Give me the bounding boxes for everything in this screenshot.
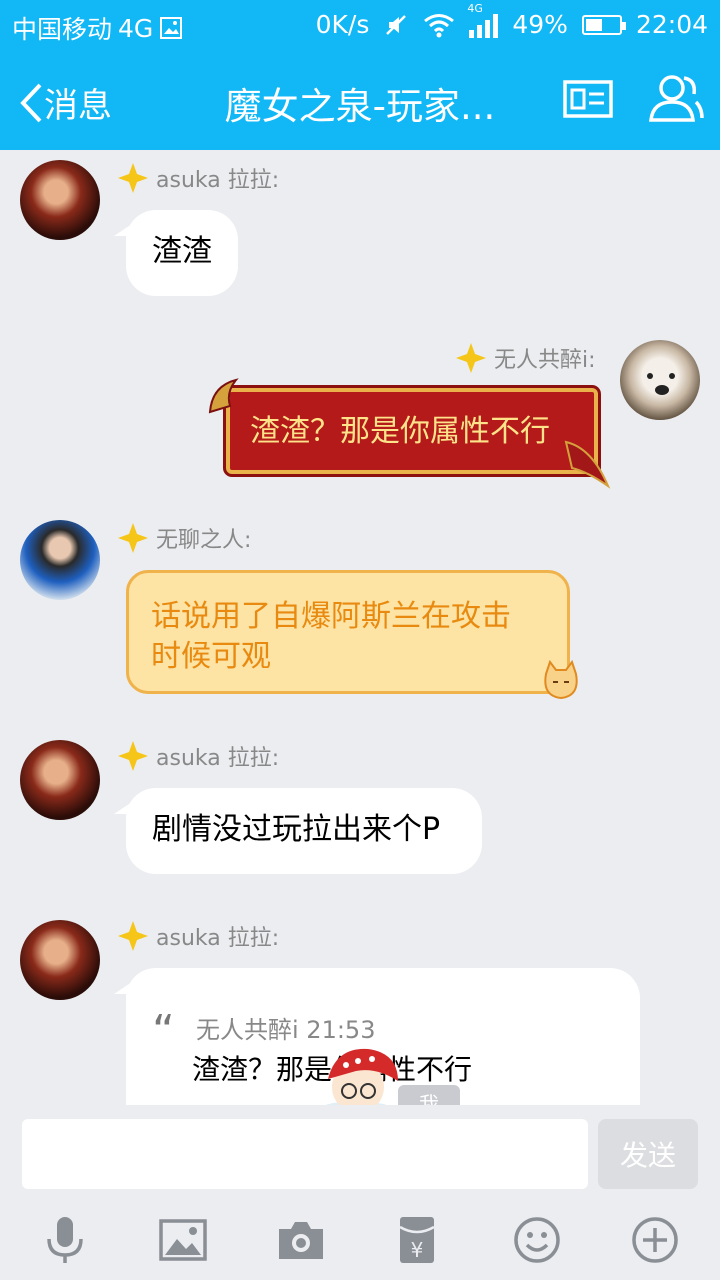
plus-icon[interactable]: [630, 1215, 680, 1265]
profile-card-icon[interactable]: [562, 72, 614, 124]
chat-toolbar: ¥: [0, 1205, 720, 1280]
avatar[interactable]: [20, 920, 100, 1000]
quote-icon: “: [152, 1006, 175, 1057]
level-star-icon: [118, 921, 148, 951]
cat-sticker-icon: [544, 660, 578, 700]
message-bubble[interactable]: 剧情没过玩拉出来个P: [114, 788, 482, 874]
emoji-icon[interactable]: [512, 1215, 562, 1265]
message-bubble[interactable]: 话说用了自爆阿斯兰在攻击 时候可观: [126, 570, 570, 694]
avatar[interactable]: [20, 740, 100, 820]
battery-percent: 49%: [512, 10, 568, 39]
image-notification-icon: [160, 17, 183, 39]
wifi-icon: [424, 13, 455, 37]
chat-list[interactable]: asuka 拉拉: 渣渣 无人共醉i: 渣渣？那是你属性不行 无聊之人: 话说用…: [0, 150, 720, 1105]
message-text: 话说用了自爆阿斯兰在攻击: [151, 599, 511, 634]
message-input[interactable]: [22, 1119, 588, 1189]
message-text: 渣渣？那是你属性不行: [250, 414, 550, 449]
message-bubble[interactable]: 渣渣？那是你属性不行: [226, 388, 598, 474]
message-text: 剧情没过玩拉出来个P: [152, 812, 441, 847]
message-bubble[interactable]: 渣渣: [114, 210, 238, 296]
microphone-icon[interactable]: [40, 1215, 90, 1265]
dragon-decoration-icon: [208, 378, 239, 414]
network-speed: 0K/s: [315, 10, 370, 39]
level-star-icon: [456, 343, 486, 373]
sender-row: 无聊之人:: [118, 522, 251, 554]
svg-text:¥: ¥: [411, 1238, 424, 1262]
sender-name: asuka 拉拉:: [156, 746, 280, 771]
mute-icon: [386, 14, 407, 35]
image-icon[interactable]: [158, 1215, 208, 1265]
message-text: 渣渣: [152, 234, 212, 269]
dragon-decoration-icon: [564, 440, 611, 489]
carrier-label: 中国移动: [12, 15, 113, 44]
battery-icon: [581, 14, 626, 35]
avatar[interactable]: [620, 340, 700, 420]
level-star-icon: [118, 163, 148, 193]
group-members-icon[interactable]: [648, 72, 704, 124]
signal-icon: 4G: [467, 2, 499, 38]
sender-name: asuka 拉拉:: [156, 926, 280, 951]
signal-badge: 4G: [467, 1, 483, 15]
dog-face-icon: [647, 373, 675, 395]
sender-row: asuka 拉拉:: [118, 920, 279, 952]
camera-icon[interactable]: [276, 1215, 326, 1265]
sender-row: 无人共醉i:: [456, 342, 596, 374]
clock: 22:04: [635, 10, 708, 39]
chat-header: 消息 魔女之泉-玩家...: [0, 50, 720, 150]
red-packet-icon[interactable]: ¥: [392, 1215, 442, 1265]
sender-row: asuka 拉拉:: [118, 162, 279, 194]
input-area: 发送 ¥: [0, 1105, 720, 1280]
send-button[interactable]: 发送: [598, 1119, 698, 1189]
sender-name: asuka 拉拉:: [156, 168, 280, 193]
sender-row: asuka 拉拉:: [118, 740, 279, 772]
sender-name: 无人共醉i:: [494, 348, 596, 373]
message-text: 时候可观: [151, 639, 271, 674]
sender-name: 无聊之人:: [156, 528, 252, 553]
status-bar: 中国移动 4G 0K/s 4G 49% 22:04: [0, 0, 720, 50]
avatar[interactable]: [20, 520, 100, 600]
level-star-icon: [118, 741, 148, 771]
avatar[interactable]: [20, 160, 100, 240]
network-label: 4G: [118, 13, 154, 43]
level-star-icon: [118, 523, 148, 553]
